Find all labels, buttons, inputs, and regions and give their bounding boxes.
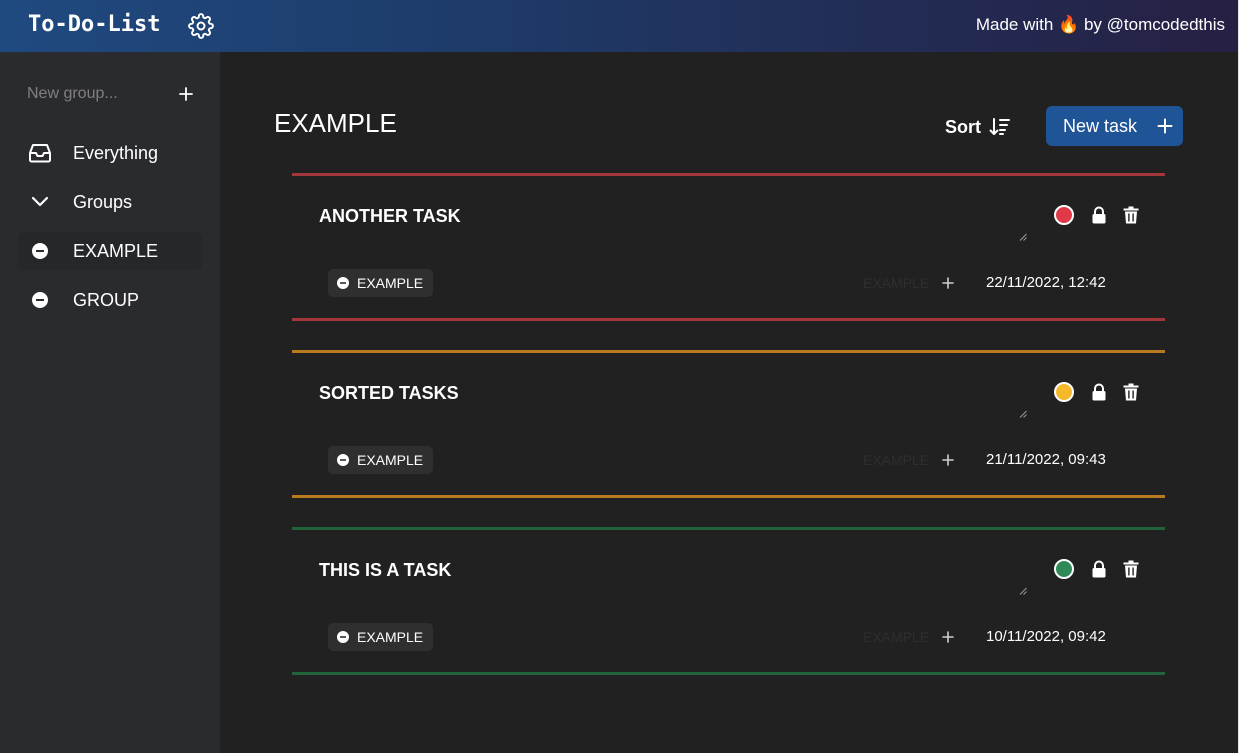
resize-handle-icon[interactable] — [1019, 410, 1027, 418]
lock-icon[interactable] — [1091, 383, 1107, 401]
sidebar: Everything Groups EXAMPLE — [0, 52, 220, 753]
task-title[interactable]: ANOTHER TASK — [319, 206, 461, 227]
add-group-to-task-button[interactable] — [942, 631, 954, 643]
task-date: 21/11/2022, 09:43 — [986, 451, 1106, 468]
app-title: To-Do-List — [28, 12, 161, 37]
priority-bar-top — [292, 350, 1165, 353]
group-chip-label: EXAMPLE — [357, 275, 424, 291]
group-select[interactable]: EXAMPLE — [863, 452, 929, 468]
sidebar-item-label: Groups — [73, 192, 133, 212]
add-group-to-task-button[interactable] — [942, 277, 954, 289]
group-chip[interactable]: EXAMPLE — [328, 269, 434, 297]
new-group-input[interactable] — [27, 82, 167, 106]
trash-icon[interactable] — [1123, 383, 1139, 401]
resize-handle-icon[interactable] — [1019, 587, 1027, 595]
add-group-button[interactable] — [175, 83, 197, 105]
task-date: 22/11/2022, 12:42 — [986, 274, 1106, 291]
minus-circle-icon — [337, 277, 349, 289]
priority-bar-bottom — [292, 672, 1165, 675]
task-card: THIS IS A TASK EXAMPLE EXAMPLE 10/11/202… — [292, 527, 1165, 677]
page-title: EXAMPLE — [274, 108, 397, 138]
top-bar: To-Do-List Made with 🔥 by @tomcodedthis — [0, 0, 1238, 52]
task-title[interactable]: THIS IS A TASK — [319, 560, 451, 581]
task-card: SORTED TASKS EXAMPLE EXAMPLE 21/11/2022,… — [292, 350, 1165, 500]
add-group-to-task-button[interactable] — [942, 454, 954, 466]
inbox-icon — [28, 142, 52, 164]
task-title[interactable]: SORTED TASKS — [319, 383, 459, 404]
task-card: ANOTHER TASK EXAMPLE EXAMPLE 22/11/2022,… — [292, 173, 1165, 323]
sort-label: Sort — [945, 116, 981, 137]
new-task-button[interactable]: New task — [1046, 106, 1183, 146]
new-group-form — [27, 82, 197, 106]
app-window: To-Do-List Made with 🔥 by @tomcodedthis — [0, 0, 1238, 753]
priority-bar-bottom — [292, 318, 1165, 321]
lock-icon[interactable] — [1091, 560, 1107, 578]
resize-handle-icon[interactable] — [1019, 233, 1027, 241]
credit-prefix: Made with — [975, 15, 1054, 34]
group-chip[interactable]: EXAMPLE — [328, 623, 434, 651]
priority-toggle[interactable] — [1054, 382, 1074, 402]
task-date: 10/11/2022, 09:42 — [986, 628, 1106, 645]
sidebar-item-everything[interactable]: Everything — [18, 134, 202, 172]
priority-bar-top — [292, 173, 1165, 176]
trash-icon[interactable] — [1123, 206, 1139, 224]
minus-circle-icon — [337, 631, 349, 643]
minus-circle-icon — [28, 289, 52, 311]
sidebar-item-label: GROUP — [73, 290, 140, 310]
chevron-down-icon — [28, 191, 52, 213]
group-chip-label: EXAMPLE — [357, 629, 424, 645]
group-select[interactable]: EXAMPLE — [863, 275, 929, 291]
priority-bar-top — [292, 527, 1165, 530]
credit-link[interactable]: by @tomcodedthis — [1084, 15, 1225, 34]
trash-icon[interactable] — [1123, 560, 1139, 578]
minus-circle-icon — [337, 454, 349, 466]
group-chip-label: EXAMPLE — [357, 452, 424, 468]
group-chip[interactable]: EXAMPLE — [328, 446, 434, 474]
sidebar-item-group[interactable]: GROUP — [18, 281, 202, 319]
new-task-label: New task — [1063, 116, 1138, 136]
fire-icon: 🔥 — [1058, 15, 1080, 34]
sort-icon — [989, 118, 1010, 135]
priority-bar-bottom — [292, 495, 1165, 498]
sort-button[interactable]: Sort — [945, 114, 1011, 140]
sidebar-item-groups[interactable]: Groups — [18, 183, 202, 221]
lock-icon[interactable] — [1091, 206, 1107, 224]
credit-text: Made with 🔥 by @tomcodedthis — [976, 15, 1225, 35]
sidebar-item-label: Everything — [73, 143, 159, 163]
sidebar-item-label: EXAMPLE — [73, 241, 159, 261]
priority-toggle[interactable] — [1054, 205, 1074, 225]
priority-toggle[interactable] — [1054, 559, 1074, 579]
minus-circle-icon — [28, 240, 52, 262]
scrollbar[interactable] — [1238, 0, 1253, 753]
sidebar-item-example[interactable]: EXAMPLE — [18, 232, 202, 270]
plus-icon — [1157, 118, 1173, 134]
group-select[interactable]: EXAMPLE — [863, 629, 929, 645]
gear-icon[interactable] — [188, 13, 214, 39]
